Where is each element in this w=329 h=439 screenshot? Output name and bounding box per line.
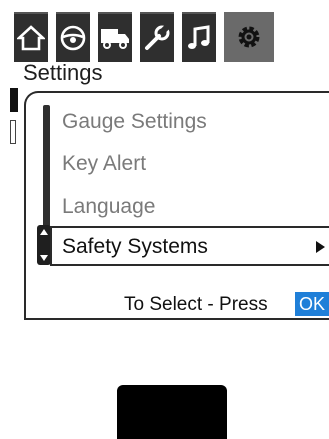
- menu-item-key-alert[interactable]: Key Alert: [62, 152, 146, 176]
- scroll-up-arrow-icon: [40, 229, 48, 235]
- side-indicator-outline: [10, 120, 16, 144]
- scroll-down-arrow-icon: [40, 255, 48, 261]
- home-icon: [17, 25, 45, 51]
- settings-gear-icon: [234, 22, 264, 52]
- side-indicator: [10, 88, 18, 112]
- steering-wheel-icon: [59, 24, 87, 52]
- wrench-icon: [143, 24, 171, 52]
- scrollbar-thumb[interactable]: [37, 225, 51, 265]
- tab-vehicle[interactable]: [98, 12, 132, 62]
- page-title: Settings: [23, 60, 103, 85]
- menu-item-safety-systems[interactable]: Safety Systems: [50, 226, 329, 266]
- tab-audio[interactable]: [182, 12, 216, 62]
- select-hint: To Select - Press: [124, 294, 268, 315]
- menu-item-language[interactable]: Language: [62, 195, 155, 219]
- music-note-icon: [185, 24, 213, 52]
- chevron-right-icon: [316, 241, 325, 253]
- tab-settings[interactable]: [224, 12, 274, 62]
- truck-icon: [100, 26, 130, 50]
- bottom-display-block: [117, 385, 227, 439]
- selected-item-label: Safety Systems: [62, 235, 208, 258]
- tab-service[interactable]: [140, 12, 174, 62]
- tab-home[interactable]: [14, 12, 48, 62]
- tab-driving[interactable]: [56, 12, 90, 62]
- scrollbar-track[interactable]: [43, 105, 50, 227]
- menu-item-gauge-settings[interactable]: Gauge Settings: [62, 110, 207, 134]
- top-navigation-bar: [14, 12, 274, 62]
- ok-button[interactable]: OK: [295, 292, 329, 316]
